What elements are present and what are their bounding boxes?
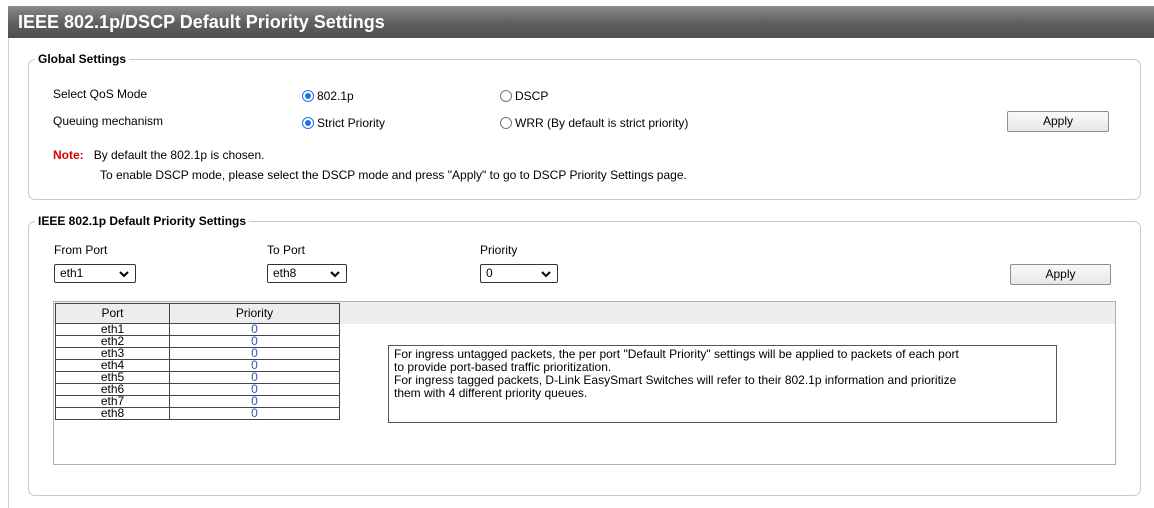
radio-unchecked-icon[interactable] — [500, 90, 512, 102]
to-port-label: To Port — [267, 243, 306, 257]
to-port-select[interactable]: eth8 — [267, 264, 347, 283]
table-row: eth1 0 — [55, 323, 340, 336]
radio-checked-icon[interactable] — [302, 117, 314, 129]
queuing-option-wrr-label: WRR (By default is strict priority) — [515, 116, 689, 130]
qos-mode-label: Select QoS Mode — [53, 87, 148, 101]
description-box: For ingress untagged packets, the per po… — [388, 345, 1057, 423]
table-row: eth5 0 — [55, 371, 340, 384]
table-header-row: Port Priority — [55, 303, 340, 324]
chevron-down-icon — [330, 271, 340, 278]
port-cell: eth8 — [55, 407, 170, 420]
queuing-radio-wrr[interactable]: WRR (By default is strict priority) — [500, 116, 688, 130]
priority-value: 0 — [486, 266, 493, 280]
table-row: eth6 0 — [55, 383, 340, 396]
from-port-select[interactable]: eth1 — [54, 264, 136, 283]
note-text-2: To enable DSCP mode, please select the D… — [100, 168, 687, 182]
qos-mode-radio-dscp[interactable]: DSCP — [500, 89, 548, 103]
from-port-label: From Port — [54, 243, 108, 257]
qos-mode-radio-8021p[interactable]: 802.1p — [302, 89, 354, 103]
chevron-down-icon — [541, 271, 551, 278]
note-label: Note: — [53, 148, 84, 162]
port-priority-table: Port Priority eth1 0 eth2 0 eth3 0 eth4 0 et… — [55, 303, 340, 420]
default-priority-legend: IEEE 802.1p Default Priority Settings — [38, 214, 247, 228]
note-line-1: Note: By default the 802.1p is chosen. — [53, 148, 264, 162]
from-port-value: eth1 — [60, 266, 84, 280]
page-title: IEEE 802.1p/DSCP Default Priority Settin… — [8, 6, 1154, 38]
column-header-port: Port — [55, 303, 170, 324]
table-row: eth2 0 — [55, 335, 340, 348]
queuing-radio-strict[interactable]: Strict Priority — [302, 116, 385, 130]
radio-checked-icon[interactable] — [302, 90, 314, 102]
priority-cell: 0 — [169, 407, 340, 420]
chevron-down-icon — [119, 271, 129, 278]
global-apply-button[interactable]: Apply — [1007, 111, 1109, 132]
priority-label: Priority — [480, 243, 518, 257]
to-port-value: eth8 — [273, 266, 297, 280]
radio-unchecked-icon[interactable] — [500, 117, 512, 129]
qos-option-8021p-label: 802.1p — [317, 89, 354, 103]
table-row: eth3 0 — [55, 347, 340, 360]
queuing-mechanism-label: Queuing mechanism — [53, 114, 164, 128]
priority-apply-button[interactable]: Apply — [1010, 264, 1111, 285]
description-line: them with 4 different priority queues. — [394, 386, 588, 400]
priority-select[interactable]: 0 — [480, 264, 558, 283]
queuing-option-strict-label: Strict Priority — [317, 116, 386, 130]
table-row: eth7 0 — [55, 395, 340, 408]
table-row: eth8 0 — [55, 407, 340, 420]
qos-option-dscp-label: DSCP — [515, 89, 549, 103]
note-text-1: By default the 802.1p is chosen. — [93, 148, 265, 162]
table-row: eth4 0 — [55, 359, 340, 372]
column-header-priority: Priority — [169, 303, 340, 324]
global-settings-legend: Global Settings — [38, 52, 127, 66]
